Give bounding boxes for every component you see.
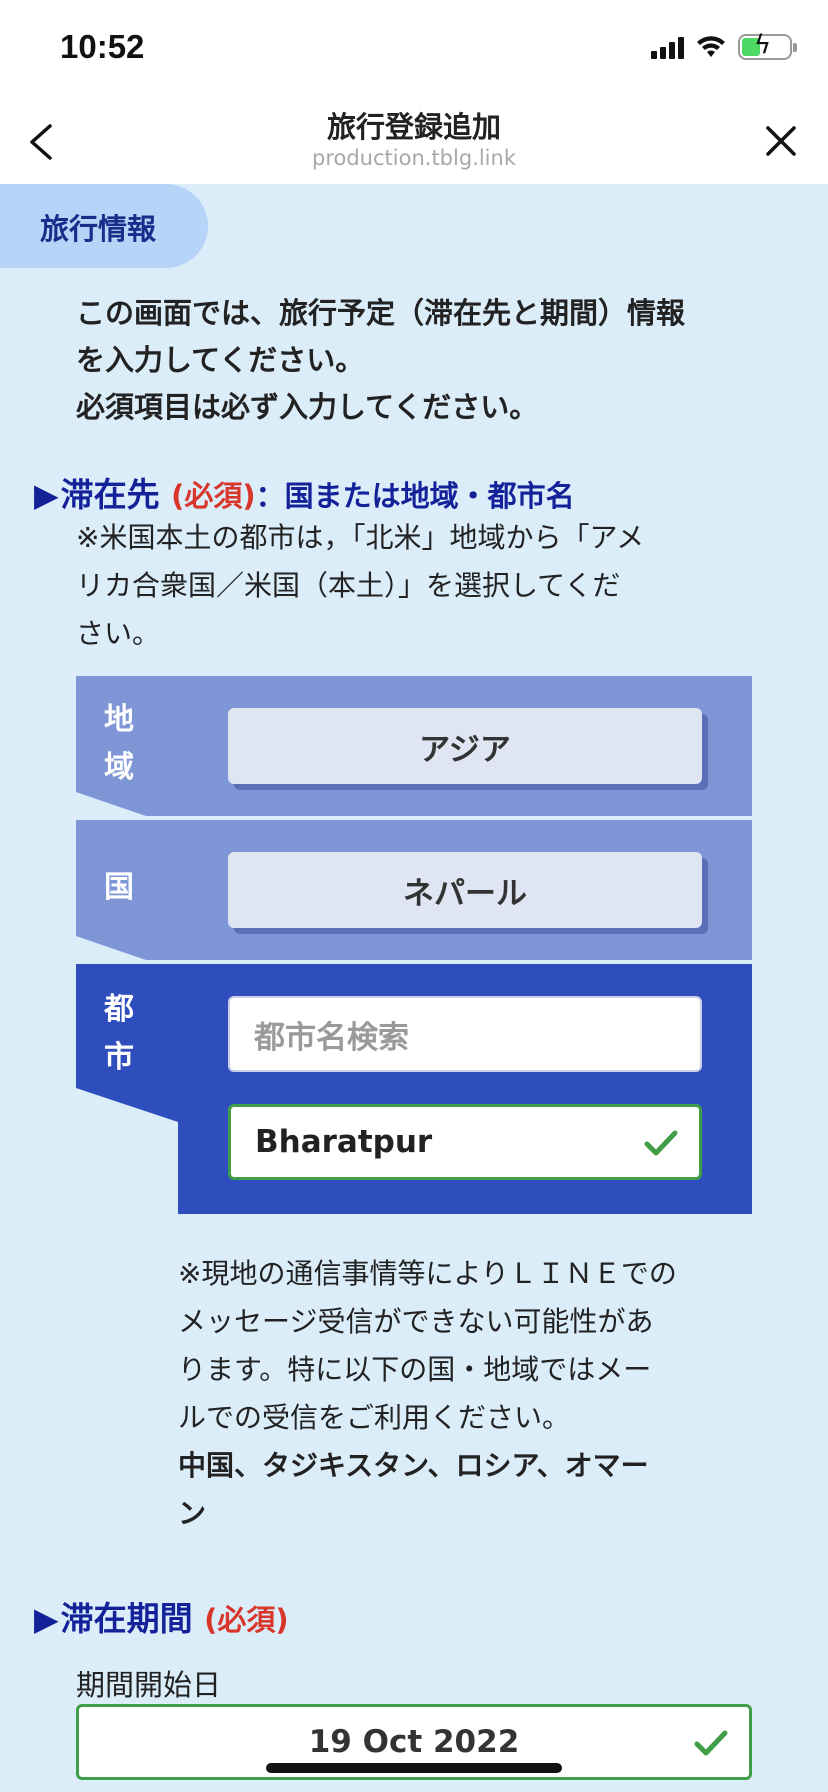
battery-icon: ϟ	[738, 30, 797, 60]
destination-heading-label: 滞在先	[60, 475, 160, 514]
start-date-value: 19 Oct 2022	[308, 1724, 520, 1760]
triangle-marker-icon: ▶	[34, 1600, 59, 1638]
navigation-header: 旅行登録追加 production.tblg.link	[0, 100, 828, 184]
note-line: ※現地の通信事情等によりＬＩＮＥでの	[178, 1257, 677, 1290]
note-countries: ン	[178, 1497, 207, 1530]
intro-text: この画面では、旅行予定（滞在先と期間）情報 を入力してください。 必須項目は必ず…	[76, 290, 776, 431]
city-label: 都 市	[104, 992, 134, 1075]
note-line: ります。特に以下の国・地域ではメー	[178, 1353, 652, 1386]
destination-subheading: ：国または地域・都市名	[255, 479, 575, 513]
city-row: 都 市 都市名検索 Bharatpur	[76, 964, 752, 1214]
page-url: production.tblg.link	[312, 146, 516, 170]
intro-line: を入力してください。	[76, 343, 365, 377]
country-row: 国 ネパール	[76, 820, 752, 960]
city-search-input[interactable]: 都市名検索	[228, 996, 702, 1072]
intro-line: この画面では、旅行予定（滞在先と期間）情報	[76, 296, 686, 330]
required-badge: (必須)	[204, 1603, 289, 1637]
note-countries: 中国、タジキスタン、ロシア、オマー	[178, 1449, 649, 1482]
triangle-marker-icon: ▶	[34, 476, 59, 514]
note-line: ルでの受信をご利用ください。	[178, 1401, 571, 1434]
line-message-note: ※現地の通信事情等によりＬＩＮＥでの メッセージ受信ができない可能性があ ります…	[178, 1250, 778, 1538]
period-heading-label: 滞在期間	[60, 1599, 193, 1638]
mainland-us-note: ※米国本土の都市は，「北米」地域から「アメ リカ合衆国／米国（本土）」を選択して…	[76, 514, 776, 658]
section-title: 旅行情報	[40, 212, 157, 246]
status-time: 10:52	[60, 28, 145, 65]
required-badge: (必須)	[171, 479, 256, 513]
start-date-label: 期間開始日	[76, 1668, 222, 1702]
country-label: 国	[104, 870, 134, 905]
region-select-button[interactable]: アジア	[228, 708, 702, 784]
city-selected-field[interactable]: Bharatpur	[228, 1104, 702, 1180]
note-line: さい。	[76, 617, 161, 650]
home-indicator[interactable]	[266, 1763, 562, 1773]
section-tab: 旅行情報	[0, 184, 208, 268]
note-line: リカ合衆国／米国（本土）」を選択してくだ	[76, 569, 621, 602]
status-icons: ϟ	[651, 30, 797, 60]
city-value: Bharatpur	[255, 1124, 433, 1160]
region-row: 地 域 アジア	[76, 676, 752, 816]
status-bar: 10:52 ϟ	[0, 0, 828, 100]
period-heading: ▶滞在期間 (必須)	[34, 1592, 289, 1640]
close-icon[interactable]	[756, 114, 806, 170]
check-icon	[694, 1730, 728, 1756]
intro-line: 必須項目は必ず入力してください。	[76, 390, 539, 424]
destination-heading: ▶滞在先 (必須)：国または地域・都市名	[34, 468, 575, 516]
content-area: 旅行情報 この画面では、旅行予定（滞在先と期間）情報 を入力してください。 必須…	[0, 184, 828, 1792]
note-line: ※米国本土の都市は，「北米」地域から「アメ	[76, 521, 645, 554]
check-icon	[644, 1130, 678, 1156]
note-line: メッセージ受信ができない可能性があ	[178, 1305, 654, 1338]
region-label: 地 域	[104, 702, 134, 785]
page-title: 旅行登録追加	[326, 110, 501, 144]
country-select-button[interactable]: ネパール	[228, 852, 702, 928]
cellular-signal-icon	[651, 35, 684, 59]
wifi-icon	[697, 36, 725, 57]
